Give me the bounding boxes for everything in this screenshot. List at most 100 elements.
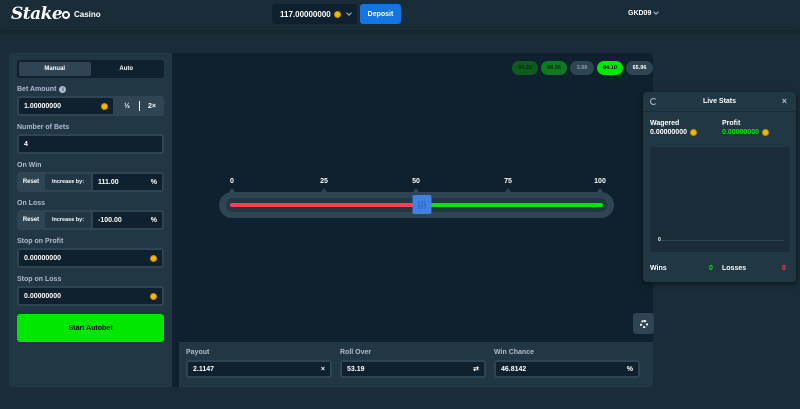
on-loss-increase-button[interactable]: Increase by: xyxy=(45,212,91,228)
on-win-value: 111.00 xyxy=(98,178,119,186)
history-chip-value: 98.36 xyxy=(547,65,561,71)
chart-zero-label: 0 xyxy=(658,237,661,243)
number-of-bets-label: Number of Bets xyxy=(17,124,70,131)
percent-icon: % xyxy=(150,178,157,186)
slider-tick-label: 0 xyxy=(230,178,234,185)
wagered-value: 0.00000000 xyxy=(650,129,687,136)
balance-selector[interactable]: 117.00000000 xyxy=(272,4,357,24)
coin-icon xyxy=(333,10,341,18)
rollover-input[interactable]: 53.19 ⇄ xyxy=(340,360,486,378)
winchance-label: Win Chance xyxy=(494,349,534,356)
start-autobet-button[interactable]: Start Autobet xyxy=(17,314,164,342)
slider-lose-range xyxy=(230,203,429,207)
on-loss-label: On Loss xyxy=(17,200,46,207)
tab-manual[interactable]: Manual xyxy=(19,62,91,76)
multiplier-icon: × xyxy=(320,365,325,373)
on-win-reset-button[interactable]: Reset xyxy=(17,172,45,192)
rollover-group: Roll Over 53.19 ⇄ xyxy=(340,349,486,378)
on-win-group: Reset Increase by: 111.00 % xyxy=(17,172,164,192)
stop-profit-value: 0.00000000 xyxy=(24,254,61,262)
swap-icon[interactable]: ⇄ xyxy=(473,365,479,373)
history-chip[interactable]: 3.88 xyxy=(570,61,594,75)
history-chip-value: 3.88 xyxy=(576,65,588,71)
settings-button[interactable] xyxy=(633,313,654,334)
on-loss-value: -100.00 xyxy=(98,216,122,224)
info-icon[interactable]: i xyxy=(59,86,67,93)
payout-group: Payout 2.1147 × xyxy=(186,349,332,378)
winchance-input[interactable]: 46.8142 % xyxy=(494,360,640,378)
rollover-value: 53.19 xyxy=(347,365,365,373)
slider-handle[interactable] xyxy=(412,195,432,214)
on-loss-reset-button[interactable]: Reset xyxy=(17,210,45,230)
live-stats-panel: Live Stats × Wagered 0.00000000 Profit 0… xyxy=(643,92,796,282)
winchance-value: 46.8142 xyxy=(501,365,527,373)
top-header: Stake Casino 117.00000000 Deposit GKD09 xyxy=(0,0,800,30)
bet-amount-input[interactable]: 1.00000000 xyxy=(17,96,115,116)
casino-icon xyxy=(62,10,70,19)
history-chip[interactable]: 98.36 xyxy=(541,61,567,75)
casino-nav[interactable]: Casino xyxy=(62,10,101,19)
gear-icon xyxy=(639,319,648,328)
percent-icon: % xyxy=(150,216,157,224)
on-win-input[interactable]: 111.00 % xyxy=(91,172,164,192)
stop-loss-label: Stop on Loss xyxy=(17,276,62,283)
stake-logo[interactable]: Stake xyxy=(11,4,63,24)
tab-auto[interactable]: Auto xyxy=(91,62,163,76)
wins-value: 0 xyxy=(709,265,713,272)
history-chip-value: 65.96 xyxy=(632,65,647,71)
chevron-down-icon xyxy=(345,9,352,16)
number-of-bets-input[interactable]: 4 xyxy=(17,134,164,154)
slider-tick-label: 50 xyxy=(412,178,420,185)
profit-label: Profit xyxy=(722,120,741,127)
chart-zero-line xyxy=(659,240,784,241)
slider-tick-label: 25 xyxy=(320,178,328,185)
on-loss-group: Reset Increase by: -100.00 % xyxy=(17,210,164,230)
live-stats-title: Live Stats xyxy=(702,98,737,105)
percent-icon: % xyxy=(626,365,633,373)
losses-value: 0 xyxy=(782,265,786,272)
mode-tabs: Manual Auto xyxy=(17,60,164,78)
payout-label: Payout xyxy=(186,349,210,356)
wagered-summary: Wagered 0.00000000 xyxy=(650,120,697,136)
bet-amount-label: Bet Amount xyxy=(17,86,57,93)
bet-amount-group: 1.00000000 ½ 2× xyxy=(17,96,164,116)
stop-loss-value: 0.00000000 xyxy=(24,292,61,300)
close-icon[interactable]: × xyxy=(782,96,787,106)
bet-amount-value: 1.00000000 xyxy=(24,102,61,110)
rollover-label: Roll Over xyxy=(340,349,372,356)
on-win-label: On Win xyxy=(17,162,42,169)
losses-label: Losses xyxy=(722,265,747,272)
stop-loss-input[interactable]: 0.00000000 xyxy=(17,286,164,306)
wagered-label: Wagered xyxy=(650,120,680,127)
payout-input[interactable]: 2.1147 × xyxy=(186,360,332,378)
history-chip[interactable]: 65.96 xyxy=(626,61,653,75)
bet-sidebar: Manual Auto Bet Amount i 1.00000000 ½ 2×… xyxy=(9,53,172,387)
history-chip[interactable]: 84.10 xyxy=(597,61,623,75)
half-bet-button[interactable]: ½ xyxy=(115,96,139,116)
history-chip[interactable]: 94.25 xyxy=(512,61,538,75)
profit-value: 0.00000000 xyxy=(722,129,759,136)
double-bet-button[interactable]: 2× xyxy=(140,96,164,116)
payout-value: 2.1147 xyxy=(193,365,215,373)
chevron-down-icon xyxy=(653,9,660,15)
slider-tick-label: 100 xyxy=(594,178,606,185)
stop-profit-label: Stop on Profit xyxy=(17,238,64,245)
winchance-group: Win Chance 46.8142 % xyxy=(494,349,640,378)
on-win-increase-button[interactable]: Increase by: xyxy=(45,174,91,190)
coin-icon xyxy=(761,129,769,136)
on-loss-input[interactable]: -100.00 % xyxy=(91,210,164,230)
refresh-icon[interactable] xyxy=(650,98,657,105)
coin-icon xyxy=(101,102,108,110)
profit-summary: Profit 0.00000000 xyxy=(722,120,769,136)
number-of-bets-value: 4 xyxy=(24,140,28,148)
live-stats-header[interactable]: Live Stats × xyxy=(643,92,796,112)
username: GKD09 xyxy=(628,10,652,17)
stop-profit-input[interactable]: 0.00000000 xyxy=(17,248,164,268)
user-menu[interactable]: GKD09 xyxy=(628,9,660,17)
history-chip-value: 84.10 xyxy=(603,65,617,71)
wins-label: Wins xyxy=(650,265,667,272)
deposit-button[interactable]: Deposit xyxy=(360,4,401,24)
balance-value: 117.00000000 xyxy=(280,9,331,19)
profit-chart xyxy=(650,147,790,252)
slider-win-range xyxy=(428,203,603,207)
